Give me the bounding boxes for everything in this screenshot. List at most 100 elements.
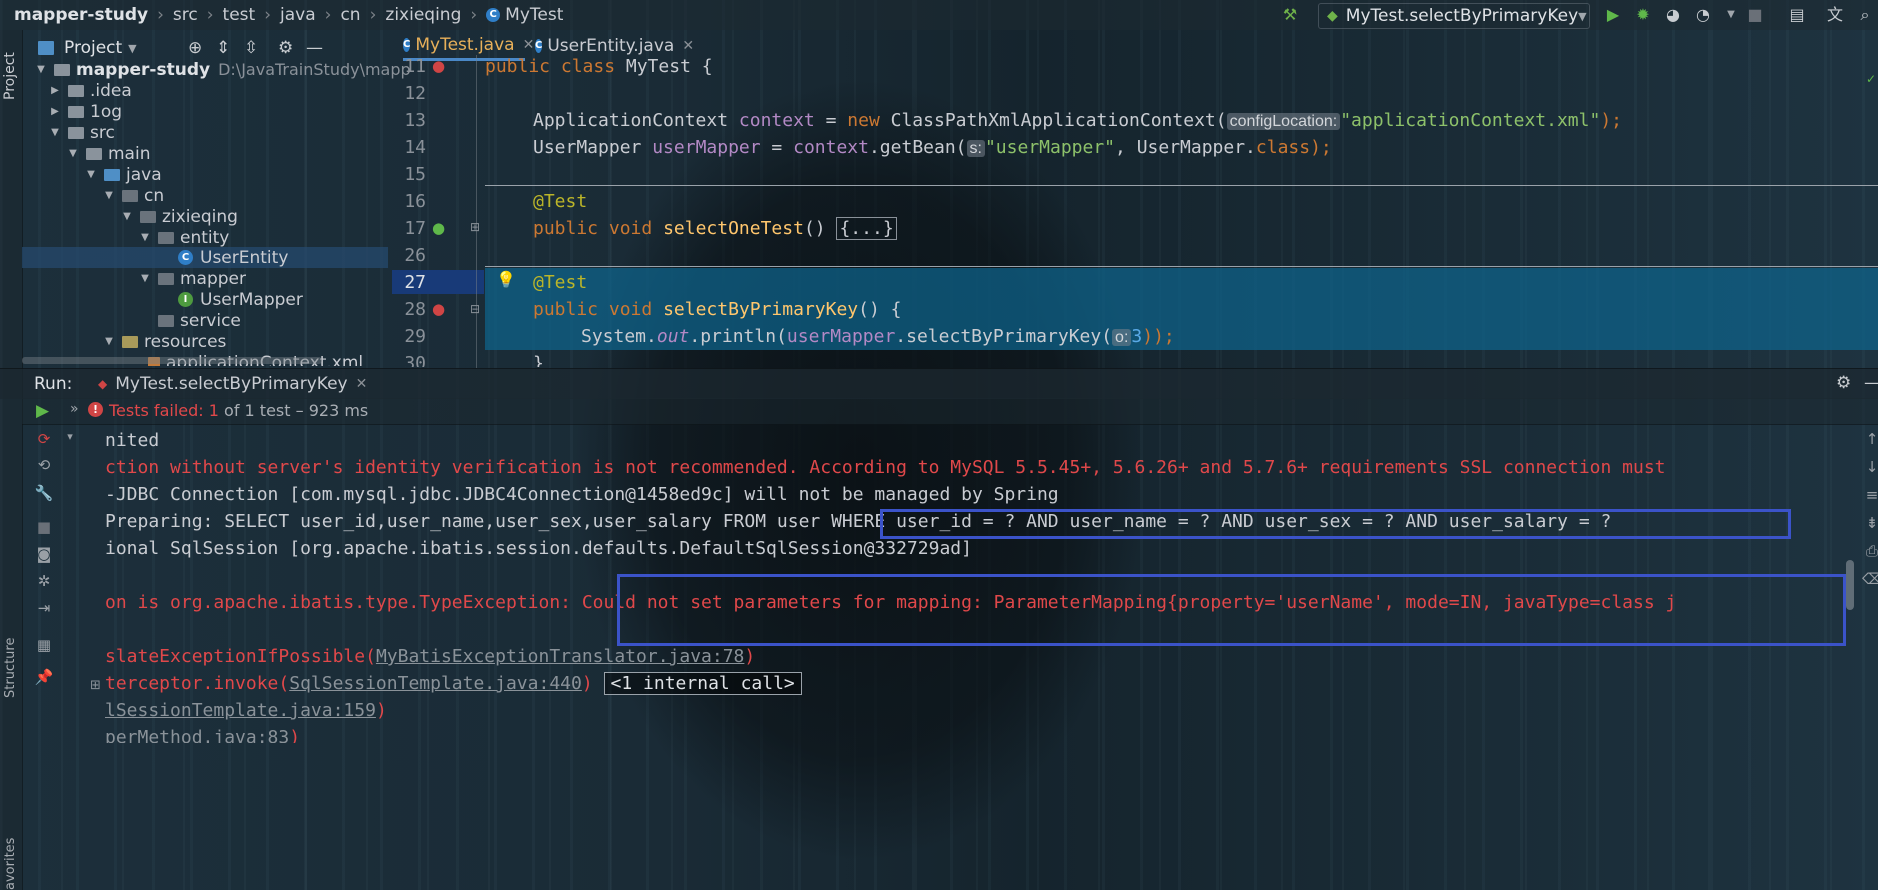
close-icon[interactable]: ✕ — [356, 376, 368, 392]
toggle-auto-test-icon[interactable]: ⟲ — [34, 456, 54, 474]
console-scrollbar[interactable] — [1846, 560, 1854, 610]
clear-all-icon[interactable]: ⌫ — [1862, 570, 1878, 588]
expand-arrow-icon[interactable]: ▼ — [138, 232, 152, 243]
run-test-failed-gutter-icon[interactable]: ● — [432, 300, 445, 318]
close-icon[interactable]: ✕ — [523, 37, 535, 53]
wrench-icon[interactable]: 🔧 — [34, 484, 54, 502]
search-icon[interactable]: ⌕ — [1856, 6, 1874, 24]
expand-arrow-icon[interactable]: ▼ — [120, 211, 134, 222]
code-line-14[interactable]: UserMapper userMapper = context.getBean(… — [533, 137, 1332, 158]
locate-icon[interactable]: ⊕ — [188, 38, 202, 58]
tree-item-service[interactable]: service — [158, 310, 241, 331]
folded-code-block[interactable]: {...} — [836, 217, 897, 240]
stack-trace-link[interactable]: SqlSessionTemplate.java:440 — [289, 673, 582, 694]
breadcrumb-zixieqing[interactable]: zixieqing — [385, 5, 461, 25]
minimize-icon[interactable]: — — [1864, 373, 1878, 393]
expand-arrow-icon[interactable]: ▼ — [138, 273, 152, 284]
code-line-29[interactable]: System.out.println(userMapper.selectByPr… — [581, 326, 1175, 347]
layout-icon[interactable]: ▦ — [34, 636, 54, 654]
breadcrumb-test[interactable]: test — [223, 5, 256, 25]
close-icon[interactable]: ✕ — [682, 38, 694, 54]
breadcrumb-src[interactable]: src — [173, 5, 198, 25]
code-line-17[interactable]: public void selectOneTest() {...} — [533, 217, 897, 240]
exit-icon[interactable]: ⇥ — [34, 599, 54, 617]
code-line-16[interactable]: @Test — [533, 191, 587, 212]
expand-arrow-icon[interactable]: ▼ — [102, 190, 116, 201]
translate-icon[interactable]: 文 — [1826, 6, 1844, 24]
tool-tab-favorites[interactable]: avorites — [3, 830, 21, 890]
gear-icon[interactable]: ⚙ — [278, 38, 293, 58]
expand-internal-call-icon[interactable]: ⊞ — [90, 678, 101, 693]
expand-arrow-icon[interactable]: ▼ — [102, 336, 116, 347]
expand-all-icon[interactable]: ⇕ — [216, 38, 230, 58]
tree-item-main[interactable]: ▼ main — [66, 143, 150, 164]
breadcrumb-project[interactable]: mapper-study — [14, 5, 148, 25]
fold-icon[interactable]: ⊞ — [470, 220, 480, 234]
collapse-all-icon[interactable]: ⇳ — [244, 38, 258, 58]
tree-item-usermapper[interactable]: I UserMapper — [178, 289, 303, 310]
tree-item-mapper-study[interactable]: ▼ mapper-study D:\JavaTrainStudy\mapp — [34, 59, 411, 80]
breadcrumb-mytest[interactable]: MyTest — [505, 5, 563, 25]
profile-icon[interactable]: ◔ — [1694, 6, 1712, 24]
expand-arrow-icon[interactable]: ▶ — [48, 106, 62, 117]
gear-icon[interactable]: ⚙ — [1836, 373, 1851, 393]
more-run-chevron-down-icon[interactable]: ▼ — [1722, 6, 1740, 24]
run-tab[interactable]: ◆ MyTest.selectByPrimaryKey ✕ — [98, 369, 367, 399]
fold-icon[interactable]: ⊟ — [470, 302, 480, 316]
stop-icon[interactable]: ■ — [34, 518, 54, 536]
camera-icon[interactable]: ◙ — [34, 545, 54, 563]
rerun-icon[interactable]: ▶ — [36, 401, 49, 421]
tree-item-cn[interactable]: ▼ cn — [102, 185, 164, 206]
settings-icon[interactable]: ✲ — [34, 572, 54, 590]
expand-arrow-icon[interactable]: ▼ — [48, 127, 62, 138]
build-hammer-icon[interactable]: ⚒ — [1281, 6, 1299, 24]
breadcrumb-cn[interactable]: cn — [340, 5, 360, 25]
code-line-28[interactable]: public void selectByPrimaryKey() { — [533, 299, 902, 320]
expand-arrow-icon[interactable]: ▶ — [48, 85, 62, 96]
scroll-to-end-icon[interactable]: ⇟ — [1862, 514, 1878, 532]
run-test-class-gutter-icon[interactable]: ● — [432, 57, 445, 75]
code-line-27[interactable]: @Test — [533, 272, 587, 293]
stack-trace-link[interactable]: MyBatisExceptionTranslator.java:78 — [376, 646, 744, 667]
code-line-11[interactable]: public class MyTest { — [485, 56, 713, 77]
tree-item-resources[interactable]: ▼ resources — [102, 331, 226, 352]
tree-item-src[interactable]: ▼ src — [48, 122, 115, 143]
code-line-30[interactable]: } — [533, 353, 544, 367]
run-icon[interactable]: ▶ — [1604, 6, 1622, 24]
scroll-down-icon[interactable]: ↓ — [1862, 458, 1878, 476]
expand-arrow-icon[interactable]: ▼ — [66, 148, 80, 159]
lightbulb-icon[interactable]: 💡 — [496, 270, 516, 289]
tree-item-entity[interactable]: ▼ entity — [138, 227, 229, 248]
project-structure-icon[interactable]: ▤ — [1788, 6, 1806, 24]
expand-arrow-icon[interactable]: ▼ — [84, 169, 98, 180]
tool-tab-project[interactable]: Project — [2, 40, 20, 100]
stack-trace-link[interactable]: lSessionTemplate.java:159 — [105, 700, 376, 721]
coverage-icon[interactable]: ◕ — [1664, 6, 1682, 24]
minimize-icon[interactable]: — — [306, 38, 323, 58]
tree-item-log[interactable]: ▶ 1og — [48, 101, 122, 122]
soft-wrap-icon[interactable]: ≡ — [1862, 486, 1878, 504]
debug-icon[interactable]: ✹ — [1634, 6, 1652, 24]
rerun-failed-icon[interactable]: ⟳ — [34, 430, 54, 448]
tree-item-idea[interactable]: ▶ .idea — [48, 80, 132, 101]
run-configuration-selector[interactable]: ◆ MyTest.selectByPrimaryKey ▼ — [1318, 3, 1590, 29]
expand-arrow-icon[interactable]: ▼ — [34, 64, 48, 75]
tree-item-mapper[interactable]: ▼ mapper — [138, 268, 246, 289]
stop-icon[interactable]: ■ — [1746, 6, 1764, 24]
stack-trace-link[interactable]: perMethod.java:83 — [105, 727, 289, 743]
expand-icon[interactable]: ▾ — [60, 430, 80, 448]
internal-call-badge[interactable]: <1 internal call> — [603, 672, 802, 695]
run-test-gutter-icon[interactable]: ● — [432, 219, 445, 237]
tree-item-userentity[interactable]: C UserEntity — [178, 247, 288, 268]
inspection-ok-icon[interactable]: ✓ — [1866, 72, 1876, 86]
breadcrumb-java[interactable]: java — [280, 5, 316, 25]
project-panel-title[interactable]: Project — [64, 38, 122, 58]
tree-item-java[interactable]: ▼ java — [84, 164, 161, 185]
tree-item-zixieqing[interactable]: ▼ zixieqing — [120, 206, 238, 227]
code-line-13[interactable]: ApplicationContext context = new ClassPa… — [533, 110, 1622, 131]
tool-tab-structure[interactable]: Structure — [3, 618, 21, 698]
chevron-down-icon[interactable]: ▼ — [128, 42, 136, 55]
print-icon[interactable]: ⎙ — [1862, 542, 1878, 560]
scroll-up-icon[interactable]: ↑ — [1862, 430, 1878, 448]
pin-icon[interactable]: 📌 — [34, 668, 54, 686]
